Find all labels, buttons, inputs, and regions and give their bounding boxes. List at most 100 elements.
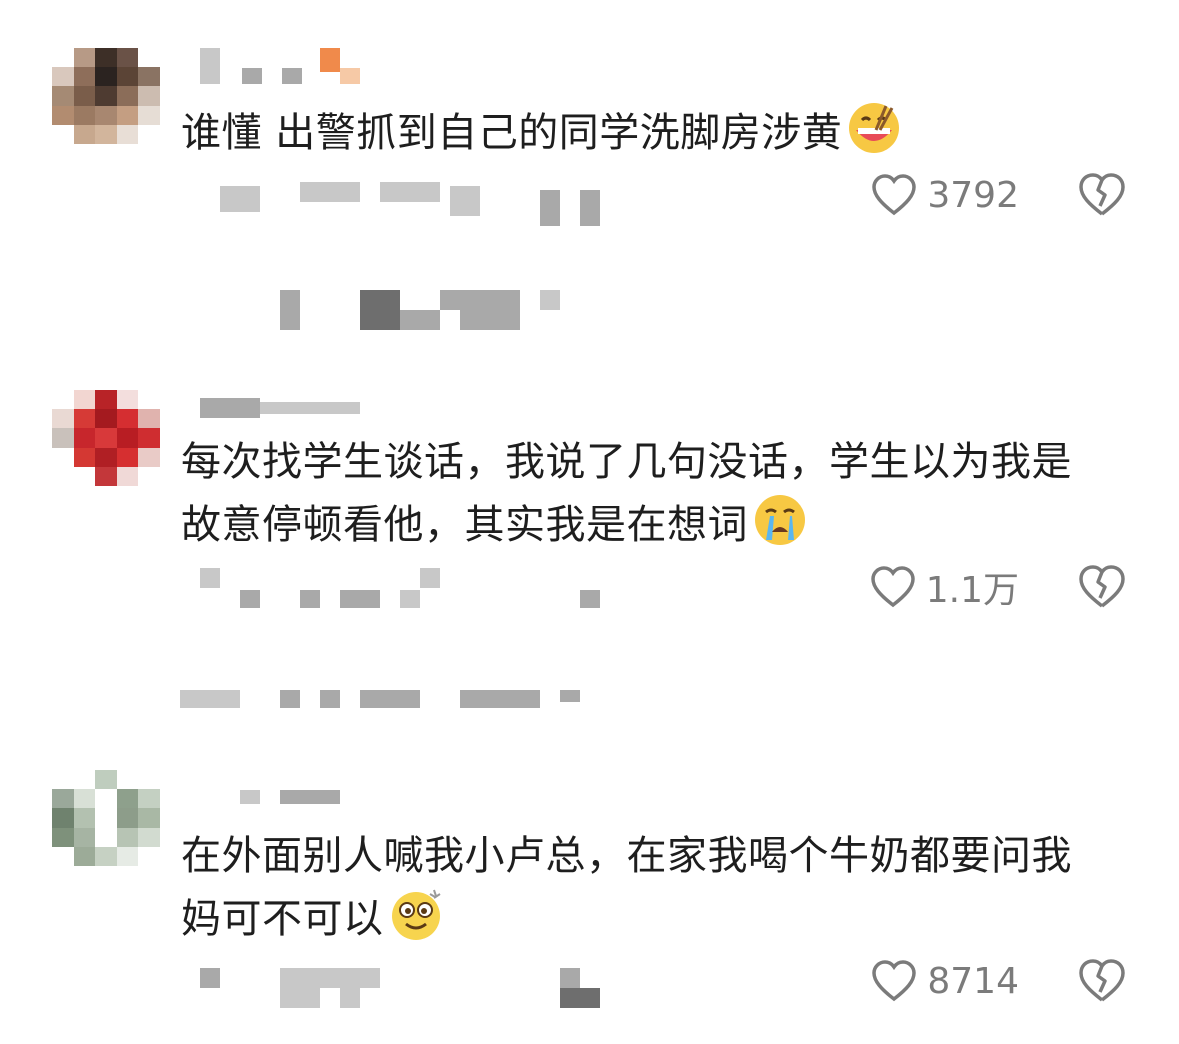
comment-meta-blurred [200, 968, 620, 1018]
avatar-pixel [95, 846, 117, 866]
avatar-pixel [116, 86, 139, 106]
avatar-pixel [52, 86, 74, 106]
avatar-pixel [73, 124, 96, 144]
reply-blurred[interactable] [180, 688, 600, 728]
avatar-pixel [138, 124, 160, 144]
comment-meta-blurred [200, 176, 620, 226]
avatar-pixel [116, 447, 139, 467]
avatar-pixel [52, 846, 74, 866]
avatar[interactable] [52, 770, 160, 866]
avatar-pixel [116, 827, 139, 847]
avatar-pixel [138, 447, 160, 467]
reply-blurred[interactable] [180, 290, 600, 330]
like-button[interactable]: 3792 [871, 170, 1019, 220]
comment-text-content: 每次找学生谈话，我说了几句没话，学生以为我是故意停顿看他，其实我是在想词 [181, 439, 1072, 548]
avatar-pixel [73, 466, 96, 486]
avatar-pixel [95, 827, 117, 847]
avatar-pixel [52, 808, 74, 828]
avatar-pixel [95, 67, 117, 87]
avatar-pixel [116, 770, 139, 790]
avatar-pixel [52, 409, 74, 429]
avatar-pixel [73, 86, 96, 106]
avatar-pixel [73, 808, 96, 828]
avatar-pixel [95, 86, 117, 106]
avatar-pixel [95, 447, 117, 467]
avatar-pixel [73, 48, 96, 68]
avatar-pixel [138, 770, 160, 790]
avatar-pixel [116, 67, 139, 87]
avatar-pixel [95, 789, 117, 809]
avatar-pixel [138, 789, 160, 809]
avatar-pixel [95, 48, 117, 68]
avatar-pixel [138, 390, 160, 410]
avatar-pixel [138, 846, 160, 866]
avatar-pixel [73, 789, 96, 809]
avatar-pixel [138, 808, 160, 828]
broken-heart-icon[interactable] [1077, 956, 1127, 1006]
like-button[interactable]: 8714 [871, 956, 1019, 1006]
avatar-pixel [116, 124, 139, 144]
avatar-pixel [95, 390, 117, 410]
avatar-pixel [95, 409, 117, 429]
avatar-pixel [52, 48, 74, 68]
heart-icon [870, 566, 915, 608]
avatar-pixel [116, 466, 139, 486]
avatar-pixel [138, 48, 160, 68]
heart-icon [872, 960, 917, 1002]
avatar-pixel [138, 409, 160, 429]
avatar-pixel [52, 105, 74, 125]
avatar-pixel [116, 48, 139, 68]
username-blurred[interactable] [200, 48, 370, 86]
avatar-pixel [116, 808, 139, 828]
avatar-pixel [73, 390, 96, 410]
avatar-pixel [73, 409, 96, 429]
avatar-pixel [116, 409, 139, 429]
avatar-pixel [95, 466, 117, 486]
avatar-pixel [95, 428, 117, 448]
avatar-pixel [73, 105, 96, 125]
avatar-pixel [73, 428, 96, 448]
avatar-pixel [116, 846, 139, 866]
comment-meta-blurred [200, 568, 620, 618]
comment-text-content: 在外面别人喊我小卢总，在家我喝个牛奶都要问我妈可不可以 [181, 833, 1072, 942]
avatar-pixel [52, 390, 74, 410]
avatar-pixel [116, 390, 139, 410]
avatar-pixel [116, 428, 139, 448]
avatar[interactable] [52, 390, 160, 486]
like-count: 8714 [927, 960, 1019, 1002]
avatar-pixel [73, 770, 96, 790]
avatar-pixel [73, 846, 96, 866]
broken-heart-icon[interactable] [1077, 170, 1127, 220]
avatar-pixel [138, 86, 160, 106]
avatar-pixel [95, 808, 117, 828]
username-blurred[interactable] [200, 780, 370, 818]
broken-heart-icon[interactable] [1077, 562, 1127, 612]
avatar-pixel [73, 827, 96, 847]
avatar-pixel [52, 789, 74, 809]
avatar-pixel [52, 770, 74, 790]
heart-icon [872, 174, 917, 216]
avatar-pixel [138, 67, 160, 87]
comment-text: 在外面别人喊我小卢总，在家我喝个牛奶都要问我妈可不可以 [181, 826, 1111, 949]
comment-text-content: 谁懂 出警抓到自己的同学洗脚房涉黄 [181, 110, 843, 156]
avatar-pixel [52, 827, 74, 847]
avatar-pixel [138, 428, 160, 448]
dizzy-smile-emoji [388, 886, 444, 942]
avatar-pixel [138, 466, 160, 486]
avatar[interactable] [52, 48, 160, 144]
avatar-pixel [138, 105, 160, 125]
like-count: 3792 [927, 174, 1019, 216]
avatar-pixel [52, 428, 74, 448]
avatar-pixel [73, 447, 96, 467]
avatar-pixel [52, 466, 74, 486]
like-button[interactable]: 1.1万 [870, 562, 1019, 612]
comment-text: 每次找学生谈话，我说了几句没话，学生以为我是故意停顿看他，其实我是在想词 [181, 432, 1111, 555]
avatar-pixel [95, 124, 117, 144]
laughing-eating-emoji [846, 100, 902, 156]
avatar-pixel [95, 770, 117, 790]
avatar-pixel [52, 124, 74, 144]
comment-text: 谁懂 出警抓到自己的同学洗脚房涉黄 [181, 100, 1111, 163]
username-blurred[interactable] [200, 390, 370, 428]
avatar-pixel [116, 105, 139, 125]
crying-emoji [752, 492, 808, 548]
